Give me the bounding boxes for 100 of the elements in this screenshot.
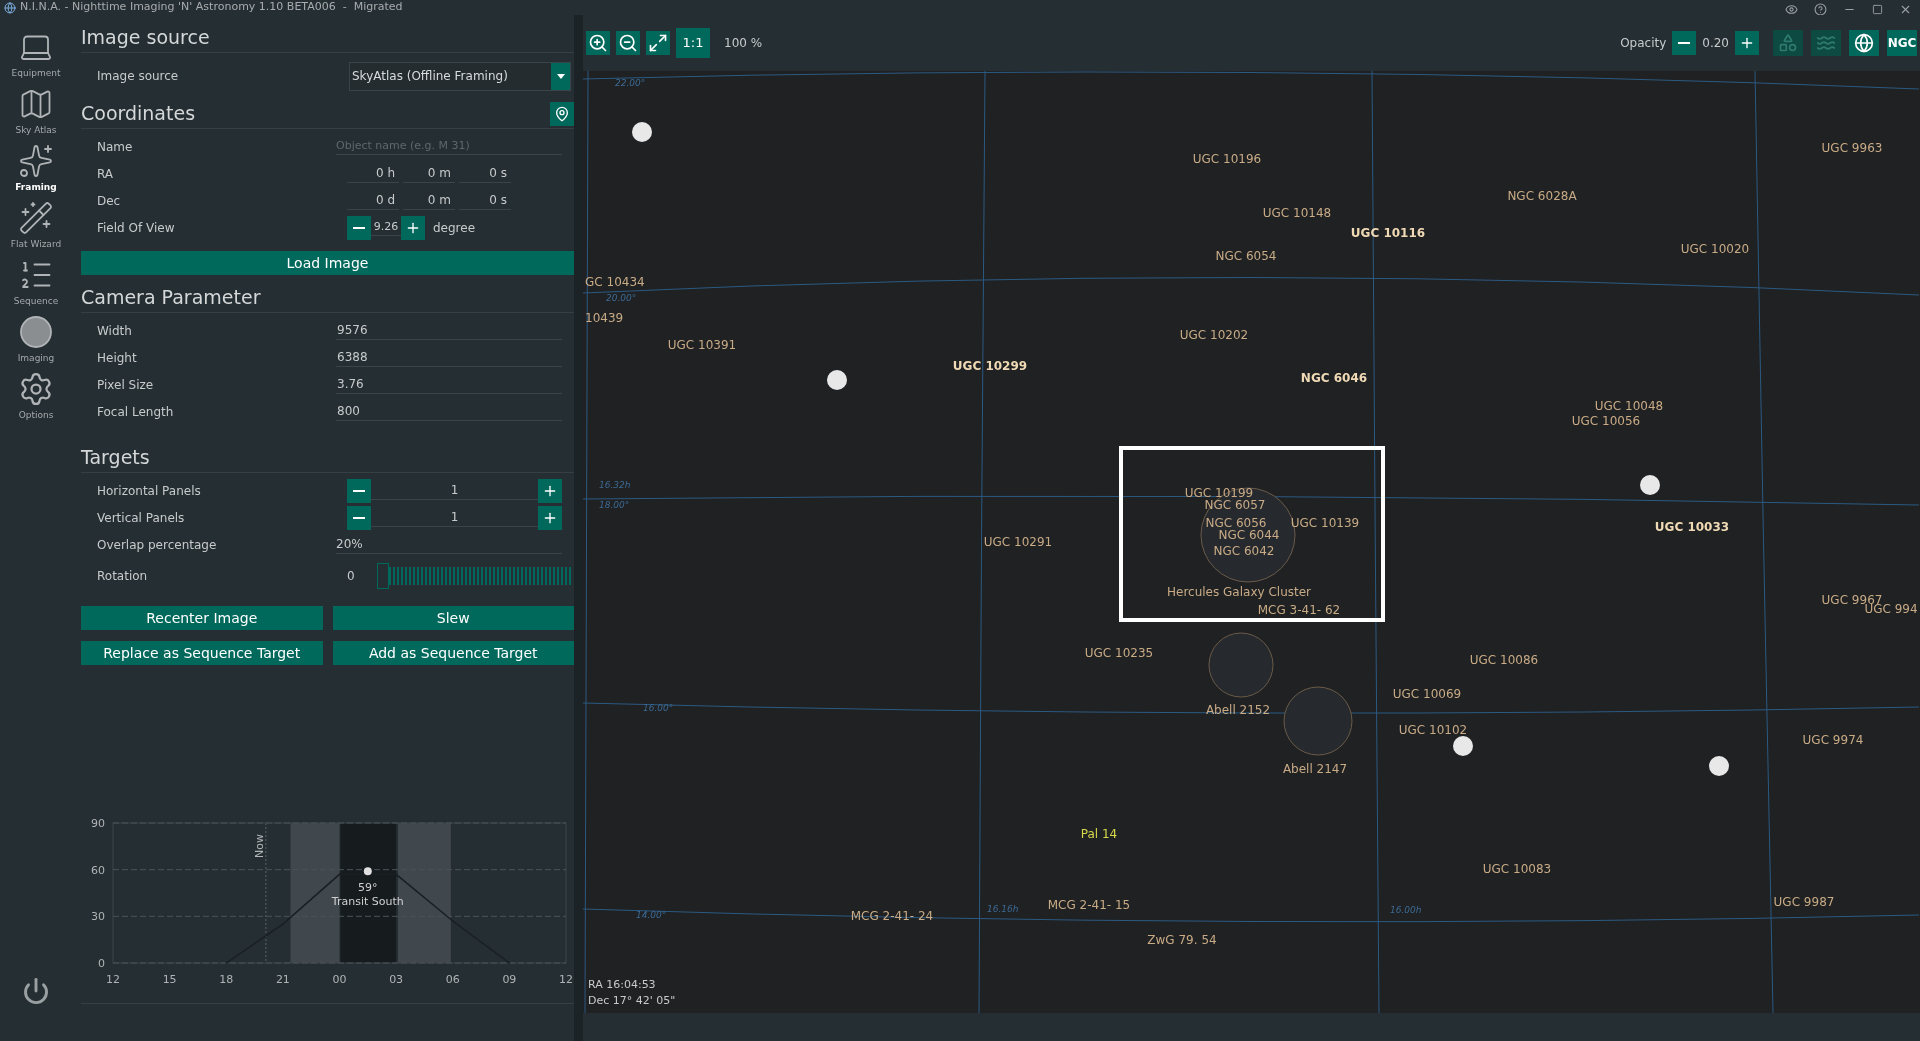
help-icon[interactable] [1814, 3, 1827, 16]
axis-tick-label: 09 [502, 973, 517, 986]
action-button[interactable]: Load Image [81, 251, 574, 275]
location-button[interactable] [550, 101, 574, 126]
coordinate-field[interactable]: 0 m [403, 191, 455, 210]
grid-label: 14.00° [636, 909, 667, 922]
map-toggle-button[interactable] [1811, 30, 1841, 56]
field-label: Width [97, 322, 133, 340]
power-icon[interactable] [22, 977, 50, 1005]
increase-button[interactable] [401, 215, 425, 240]
object-label: NGC 6042 [1213, 543, 1275, 560]
decrease-button[interactable] [347, 215, 371, 240]
field-label: Pixel Size [97, 376, 155, 394]
transit-marker [363, 867, 372, 876]
opacity-value[interactable]: 0.20 [1702, 34, 1729, 52]
action-button[interactable]: Replace as Sequence Target [81, 641, 323, 665]
zoom-out-button[interactable] [616, 31, 640, 55]
image-source-dropdown[interactable]: SkyAtlas (Offline Framing) [349, 61, 571, 91]
plus-icon [1739, 35, 1755, 51]
window-title: N.I.N.A. - Nighttime Imaging 'N' Astronomy 1.10 BETA006 - Migrated [20, 0, 403, 16]
object-label: GC 10434 [585, 274, 645, 291]
coordinate-field[interactable]: 0 d [347, 191, 399, 210]
framing-rectangle[interactable] [1119, 446, 1385, 622]
object-label: 10439 [585, 310, 624, 327]
coordinate-field[interactable]: 0 m [403, 164, 455, 183]
sidebar-item[interactable]: Sequence [1, 257, 71, 314]
action-button[interactable]: Recenter Image [81, 606, 323, 630]
field-label: Focal Length [97, 403, 175, 421]
value-field[interactable]: 6388 [336, 348, 562, 367]
coordinate-field[interactable]: 0 s [459, 164, 511, 183]
map-toggle-button[interactable] [1773, 30, 1803, 56]
sidebar-item[interactable]: Imaging [1, 314, 71, 371]
zoom-in-button[interactable] [586, 31, 610, 55]
value-field[interactable]: 9576 [336, 321, 562, 340]
overlap-field[interactable]: 20% [336, 535, 562, 554]
field-label: Horizontal Panels [97, 482, 202, 500]
map-toggle-button[interactable] [1849, 30, 1879, 56]
map-pin-icon [554, 105, 570, 122]
eye-icon[interactable] [1785, 3, 1798, 16]
object-label: UGC 10116 [1350, 225, 1426, 242]
axis-tick-label: 12 [106, 973, 120, 986]
increase-button[interactable] [538, 478, 562, 503]
decrease-button[interactable] [1672, 31, 1697, 55]
object-label: Abell 2152 [1205, 702, 1271, 719]
action-button[interactable]: Add as Sequence Target [332, 641, 574, 665]
object-label: MCG 2-41- 24 [850, 908, 934, 925]
rotation-slider[interactable] [377, 563, 571, 589]
map-toggle-button[interactable]: NGC [1887, 30, 1917, 56]
object-name-field[interactable]: Object name (e.g. M 31) [336, 137, 562, 156]
axis-tick-label: 60 [91, 863, 105, 877]
sidebar-item[interactable]: Flat Wizard [1, 200, 71, 257]
increase-button[interactable] [1735, 31, 1759, 55]
value-field[interactable]: 3.76 [336, 375, 562, 394]
object-label: UGC 10199 [1184, 485, 1254, 500]
section-title: Coordinates [81, 101, 196, 127]
minus-icon [353, 516, 365, 519]
slider-thumb[interactable] [377, 563, 389, 589]
minus-icon [353, 489, 365, 492]
grid-label: 16.16h [987, 903, 1019, 916]
object-label: NGC 6046 [1300, 370, 1368, 387]
object-label: MCG 2-41- 15 [1047, 897, 1131, 914]
object-label: UGC 10086 [1469, 652, 1539, 669]
axis-tick-label: 12 [559, 973, 573, 986]
transit-label: Transit South [331, 895, 404, 909]
decrease-button[interactable] [347, 505, 371, 530]
section-title: Targets [81, 445, 150, 471]
axis-tick-label: 03 [389, 973, 404, 986]
axis-tick-label: 15 [162, 973, 177, 986]
actual-size-button[interactable]: 1:1 [676, 28, 710, 58]
field-label: Vertical Panels [97, 509, 186, 527]
section-title: Camera Parameter [81, 285, 261, 311]
object-label: UGC 10102 [1398, 722, 1468, 739]
coordinate-field[interactable]: 0 h [347, 164, 399, 183]
zoom-out-icon [618, 33, 638, 53]
maximize-icon[interactable] [1872, 4, 1883, 15]
fit-button[interactable] [646, 31, 670, 55]
zoom-in-icon [588, 33, 608, 53]
field-label: Field Of View [97, 219, 176, 237]
value-field[interactable]: 800 [336, 402, 562, 421]
sidebar-item[interactable]: Framing [1, 143, 71, 200]
grid-label: 20.00° [606, 292, 637, 305]
close-icon[interactable] [1899, 3, 1912, 16]
sidebar-item[interactable]: Options [1, 371, 71, 428]
action-button[interactable]: Slew [332, 606, 574, 630]
object-label: UGC 9974 [1802, 732, 1864, 749]
decrease-button[interactable] [347, 478, 371, 503]
sidebar-item[interactable]: Sky Atlas [1, 86, 71, 143]
wave-icon [1816, 33, 1836, 53]
cursor-dec: Dec 17° 42' 05" [588, 993, 676, 1009]
increase-button[interactable] [538, 505, 562, 530]
object-label: UGC 10139 [1290, 515, 1360, 532]
object-label: NGC 6056 [1205, 515, 1267, 530]
object-label: Pal 14 [1080, 826, 1118, 843]
sidebar-item[interactable]: Equipment [1, 29, 71, 86]
rotation-value: 0 [347, 568, 356, 585]
app-logo-icon [4, 1, 16, 14]
field-label: Overlap percentage [97, 536, 218, 554]
coordinate-field[interactable]: 0 s [459, 191, 511, 210]
opacity-label: Opacity [1620, 35, 1667, 52]
cluster-outline [1283, 686, 1353, 756]
